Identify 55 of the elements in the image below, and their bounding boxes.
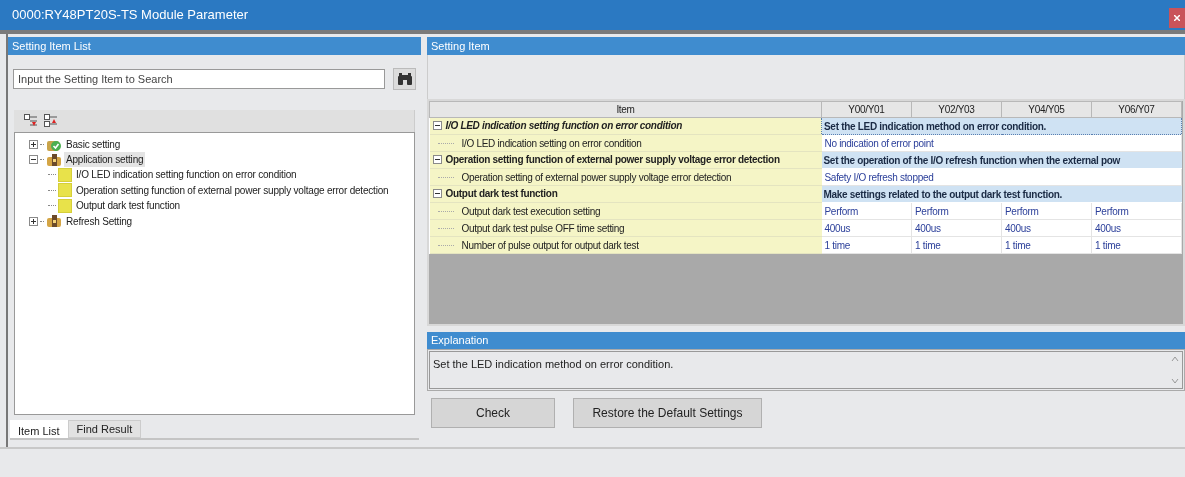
tree-item[interactable]: Operation setting function of external power supply voltage error detection [74,182,391,198]
collapse-icon[interactable] [432,189,442,198]
group-title: I/O LED indication setting function on error condition [445,119,683,133]
column-header: Y04/Y05 [1001,101,1092,118]
group-title: Output dark test function [445,187,558,201]
column-header: Item [429,101,822,118]
explanation-text: Set the LED indication method on error condition. [433,357,674,372]
panel-title: Setting Item List [12,38,91,54]
search-field[interactable]: Input the Setting Item to Search [13,69,386,89]
expand-icon[interactable] [29,216,38,226]
table-cell[interactable]: 1 time [821,236,912,254]
group-title: Operation setting function of external power supply voltage error detection [445,153,780,167]
panel-title: Setting Item [431,38,490,54]
table-cell[interactable]: Perform [1091,202,1182,220]
tree-item[interactable]: Application setting [64,152,146,167]
tree-item[interactable]: I/O LED indication setting function on error condition [74,167,299,183]
table-cell[interactable]: 1 time [1001,236,1092,254]
panel-tab[interactable]: Item List [10,420,68,438]
collapse-icon[interactable] [29,155,38,164]
module-icon [46,152,62,167]
close-button[interactable] [1169,8,1185,28]
table-cell[interactable]: 400us [821,219,912,237]
table-cell[interactable]: 400us [1001,219,1092,237]
search-button[interactable] [393,68,416,90]
item-square-icon [58,198,72,213]
tree-item[interactable]: Refresh Setting [64,213,134,229]
table-cell[interactable]: 400us [1091,219,1182,237]
binoculars-icon [396,72,413,86]
tree-item[interactable]: Output dark test function [74,198,182,214]
table-cell[interactable]: 400us [911,219,1002,237]
panel-title: Explanation [431,333,489,349]
action-button[interactable]: Check [431,398,555,428]
table-cell[interactable]: Perform [1001,202,1092,220]
item-square-icon [58,167,72,182]
close-icon [1174,15,1180,21]
table-cell[interactable]: Perform [821,202,912,220]
table-cell[interactable]: 1 time [911,236,1002,254]
table-cell[interactable]: No indication of error point [821,134,1182,152]
item-square-icon [58,183,72,198]
module-icon [46,214,62,228]
expand-all-icon[interactable] [44,114,58,128]
column-header: Y00/Y01 [821,101,912,118]
action-button[interactable]: Restore the Default Settings [573,398,762,428]
table-cell[interactable]: 1 time [1091,236,1182,254]
collapse-icon[interactable] [432,155,442,164]
collapse-all-icon[interactable] [24,114,38,128]
expand-icon[interactable] [29,140,38,149]
window-title: 0000:RY48PT20S-TS Module Parameter [12,6,249,25]
panel-tab[interactable]: Find Result [67,420,142,438]
column-header: Y02/Y03 [911,101,1002,118]
column-header: Y06/Y07 [1091,101,1182,118]
tree-item[interactable]: Basic setting [64,137,123,152]
table-cell[interactable]: Safety I/O refresh stopped [821,168,1182,186]
collapse-icon[interactable] [432,121,442,130]
table-cell[interactable]: Perform [911,202,1002,220]
